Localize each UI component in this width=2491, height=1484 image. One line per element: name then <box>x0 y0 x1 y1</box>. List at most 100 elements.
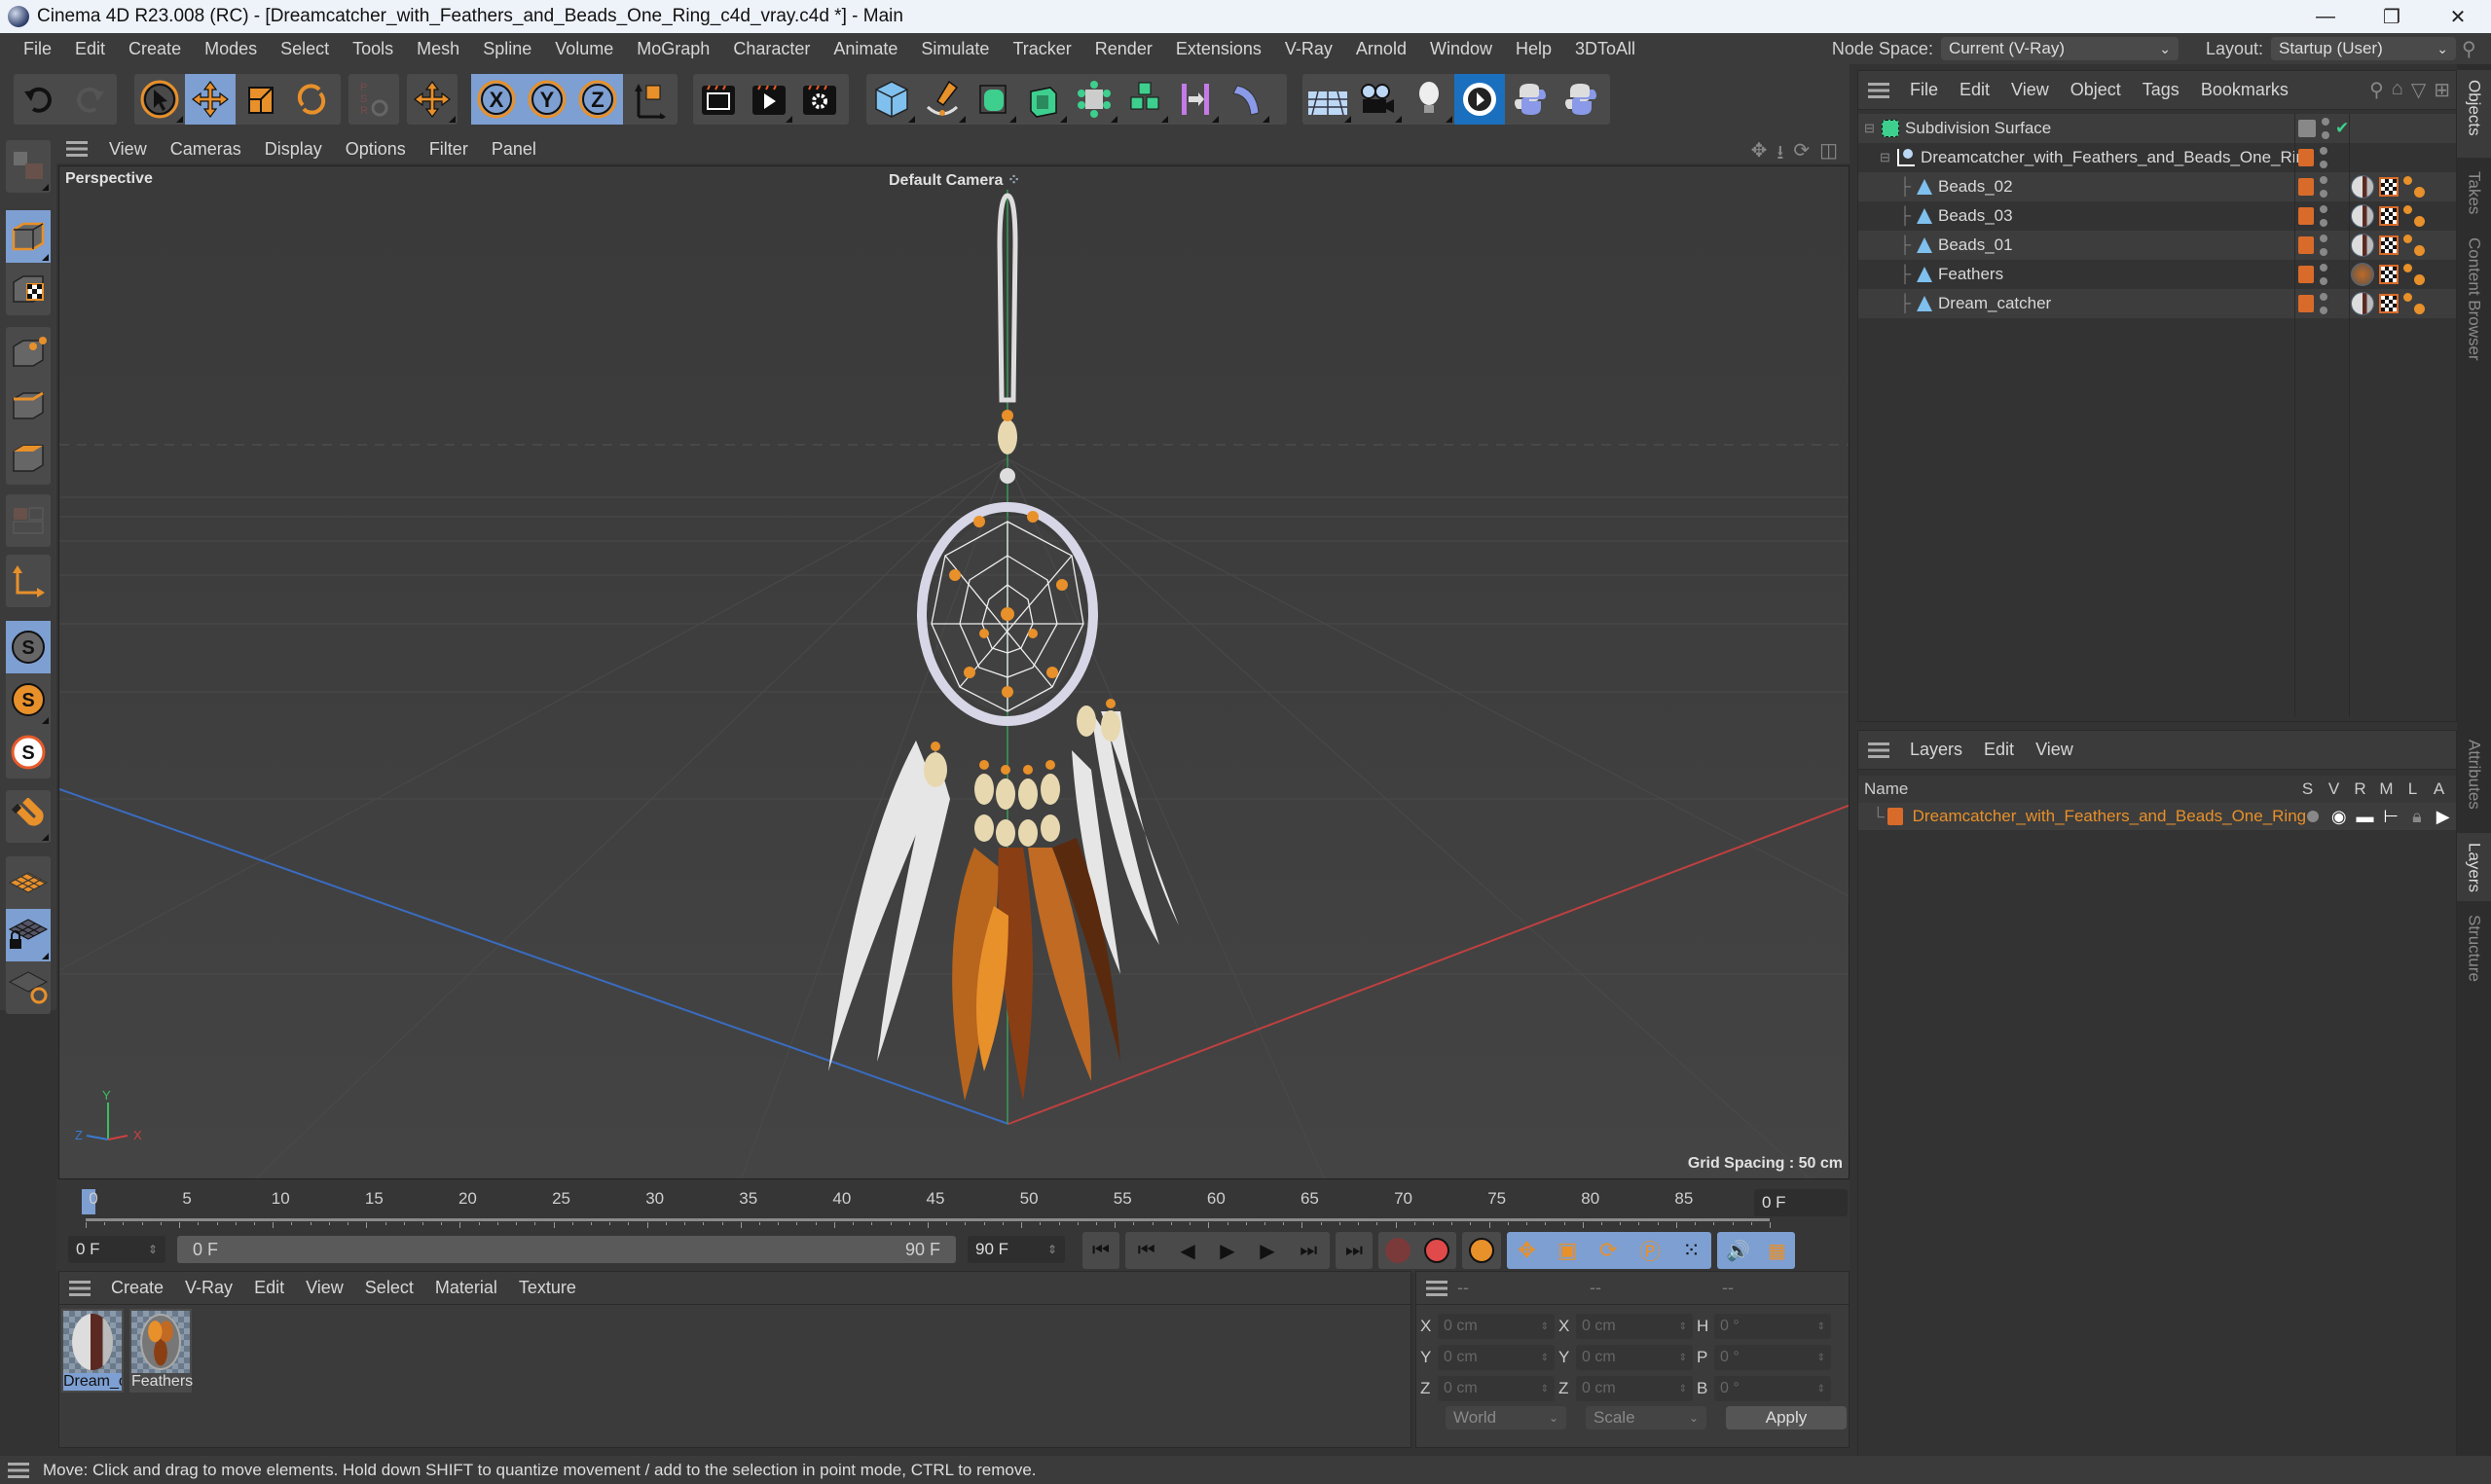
material-menu-edit[interactable]: Edit <box>243 1278 295 1298</box>
quantize-button[interactable]: S <box>6 726 51 778</box>
material-tag-icon[interactable] <box>2351 234 2374 257</box>
render-clapper-icon[interactable]: ▬ <box>2352 807 2378 827</box>
material-menu-material[interactable]: Material <box>424 1278 508 1298</box>
material-tag-icon[interactable] <box>2351 175 2374 199</box>
viewport-menu-options[interactable]: Options <box>334 139 418 160</box>
tab-layers[interactable]: Layers <box>2457 833 2491 901</box>
key-scale-button[interactable]: ▣ <box>1557 1238 1578 1263</box>
home-icon[interactable]: ⌂ <box>2392 78 2403 102</box>
layer-col-render[interactable]: R <box>2347 779 2373 799</box>
visibility-dots[interactable] <box>2320 293 2327 314</box>
material-tag-icon[interactable] <box>2351 292 2374 315</box>
tool-move-button[interactable] <box>407 74 458 125</box>
viewport-3d[interactable]: Perspective Default Camera ⁘ Grid Spacin… <box>58 165 1850 1179</box>
menu-modes[interactable]: Modes <box>193 39 269 59</box>
menu-help[interactable]: Help <box>1504 39 1563 59</box>
redo-button[interactable] <box>64 74 115 125</box>
next-frame-button[interactable]: ▶ <box>1260 1239 1274 1263</box>
layer-col-manager[interactable]: M <box>2373 779 2399 799</box>
axis-y-button[interactable]: Y <box>522 74 572 125</box>
object-row[interactable]: ├ Beads_01 <box>1858 231 2456 260</box>
keyframe-settings-button[interactable] <box>1469 1238 1494 1263</box>
menu-render[interactable]: Render <box>1083 39 1164 59</box>
viewport-menu-panel[interactable]: Panel <box>480 139 548 160</box>
menu-edit[interactable]: Edit <box>63 39 117 59</box>
vray-tag-icon[interactable] <box>2403 176 2425 198</box>
pen-button[interactable] <box>917 74 968 125</box>
menu-vray[interactable]: V-Ray <box>1273 39 1344 59</box>
coord-pos-field[interactable]: 0 cm ⇕ <box>1438 1345 1555 1370</box>
apply-button[interactable]: Apply <box>1726 1406 1847 1430</box>
select-tool-button[interactable] <box>134 74 185 125</box>
key-rotation-button[interactable]: ⟳ <box>1599 1238 1617 1263</box>
menu-mesh[interactable]: Mesh <box>405 39 471 59</box>
uvw-tag-icon[interactable] <box>2379 294 2399 313</box>
coordinates-menu-icon[interactable] <box>1426 1280 1447 1296</box>
object-menu-file[interactable]: File <box>1899 80 1949 100</box>
texture-mode-button[interactable] <box>6 263 51 315</box>
record-keys-button[interactable] <box>1385 1238 1410 1263</box>
object-name[interactable]: Beads_02 <box>1938 177 2013 197</box>
uvw-tag-icon[interactable] <box>2379 265 2399 284</box>
key-pla-button[interactable]: ⁙ <box>1682 1238 1700 1263</box>
new-window-icon[interactable]: ⊞ <box>2434 78 2450 102</box>
material-menu-vray[interactable]: V-Ray <box>174 1278 243 1298</box>
render-view-button[interactable] <box>693 74 744 125</box>
symmetry-button[interactable] <box>1170 74 1221 125</box>
workplane-lock-button[interactable] <box>6 909 51 961</box>
prev-frame-button[interactable]: ◀ <box>1180 1239 1194 1263</box>
coord-size-field[interactable]: 0 cm ⇕ <box>1576 1314 1693 1339</box>
menu-spline[interactable]: Spline <box>471 39 543 59</box>
menu-simulate[interactable]: Simulate <box>909 39 1001 59</box>
uvw-tag-icon[interactable] <box>2379 235 2399 255</box>
extrude-button[interactable] <box>1018 74 1069 125</box>
object-name[interactable]: Beads_01 <box>1938 235 2013 255</box>
object-row[interactable]: ⊟ Subdivision Surface ✔ <box>1858 114 2456 143</box>
menu-tracker[interactable]: Tracker <box>1001 39 1082 59</box>
menu-file[interactable]: File <box>12 39 63 59</box>
size-mode-select[interactable]: Scale ⌄ <box>1586 1406 1706 1430</box>
coord-system-button[interactable] <box>623 74 674 125</box>
autokey-button[interactable] <box>1424 1238 1449 1263</box>
layer-col-animation[interactable]: A <box>2426 779 2452 799</box>
cloner-button[interactable] <box>1119 74 1170 125</box>
camera-button[interactable] <box>1353 74 1404 125</box>
vray-button[interactable] <box>1454 74 1505 125</box>
enable-toggle[interactable] <box>2298 120 2316 137</box>
object-menu-icon[interactable] <box>1868 82 1889 98</box>
material-menu-texture[interactable]: Texture <box>508 1278 587 1298</box>
start-frame-field[interactable]: 0 F ⇕ <box>68 1236 165 1263</box>
coord-rot-field[interactable]: 0 ° ⇕ <box>1714 1345 1831 1370</box>
deformer-button[interactable] <box>1221 74 1271 125</box>
menu-mograph[interactable]: MoGraph <box>625 39 721 59</box>
make-editable-button[interactable] <box>6 140 51 193</box>
layer-col-name[interactable]: Name <box>1858 779 2294 799</box>
undo-button[interactable] <box>14 74 64 125</box>
search-icon[interactable]: ⚲ <box>2369 78 2384 102</box>
vray-tag-icon[interactable] <box>2403 205 2425 227</box>
current-frame-field[interactable]: 0 F <box>1754 1189 1848 1216</box>
axis-z-button[interactable]: Z <box>572 74 623 125</box>
next-keyframe-button[interactable]: ⏭ <box>1300 1240 1317 1262</box>
python2-button[interactable] <box>1556 74 1606 125</box>
viewport-menu-cameras[interactable]: Cameras <box>159 139 253 160</box>
tab-structure[interactable]: Structure <box>2457 905 2491 1002</box>
visibility-dots[interactable] <box>2320 264 2327 285</box>
object-name[interactable]: Beads_03 <box>1938 206 2013 226</box>
layer-color-tag[interactable] <box>2298 295 2314 312</box>
snap-settings-button[interactable]: S <box>6 673 51 726</box>
layer-color-tag[interactable] <box>2298 236 2314 254</box>
menu-extensions[interactable]: Extensions <box>1164 39 1273 59</box>
lock-icon[interactable]: 🔒︎ <box>2404 807 2431 827</box>
visibility-dots[interactable] <box>2322 118 2329 139</box>
point-mode-button[interactable] <box>6 327 51 380</box>
uvw-tag-icon[interactable] <box>2379 177 2399 197</box>
tab-takes[interactable]: Takes <box>2457 162 2491 224</box>
magnet-button[interactable] <box>6 790 51 843</box>
menu-window[interactable]: Window <box>1418 39 1504 59</box>
frame-range-slider[interactable]: 0 F 90 F <box>177 1236 956 1263</box>
manager-hierarchy-icon[interactable]: ⊢ <box>2378 807 2404 827</box>
timeline-ruler[interactable]: 051015202530354045505560657075808590 0 F <box>56 1179 1850 1228</box>
go-to-end-button[interactable]: ⏭ <box>1336 1232 1373 1269</box>
coord-size-field[interactable]: 0 cm ⇕ <box>1576 1345 1693 1370</box>
